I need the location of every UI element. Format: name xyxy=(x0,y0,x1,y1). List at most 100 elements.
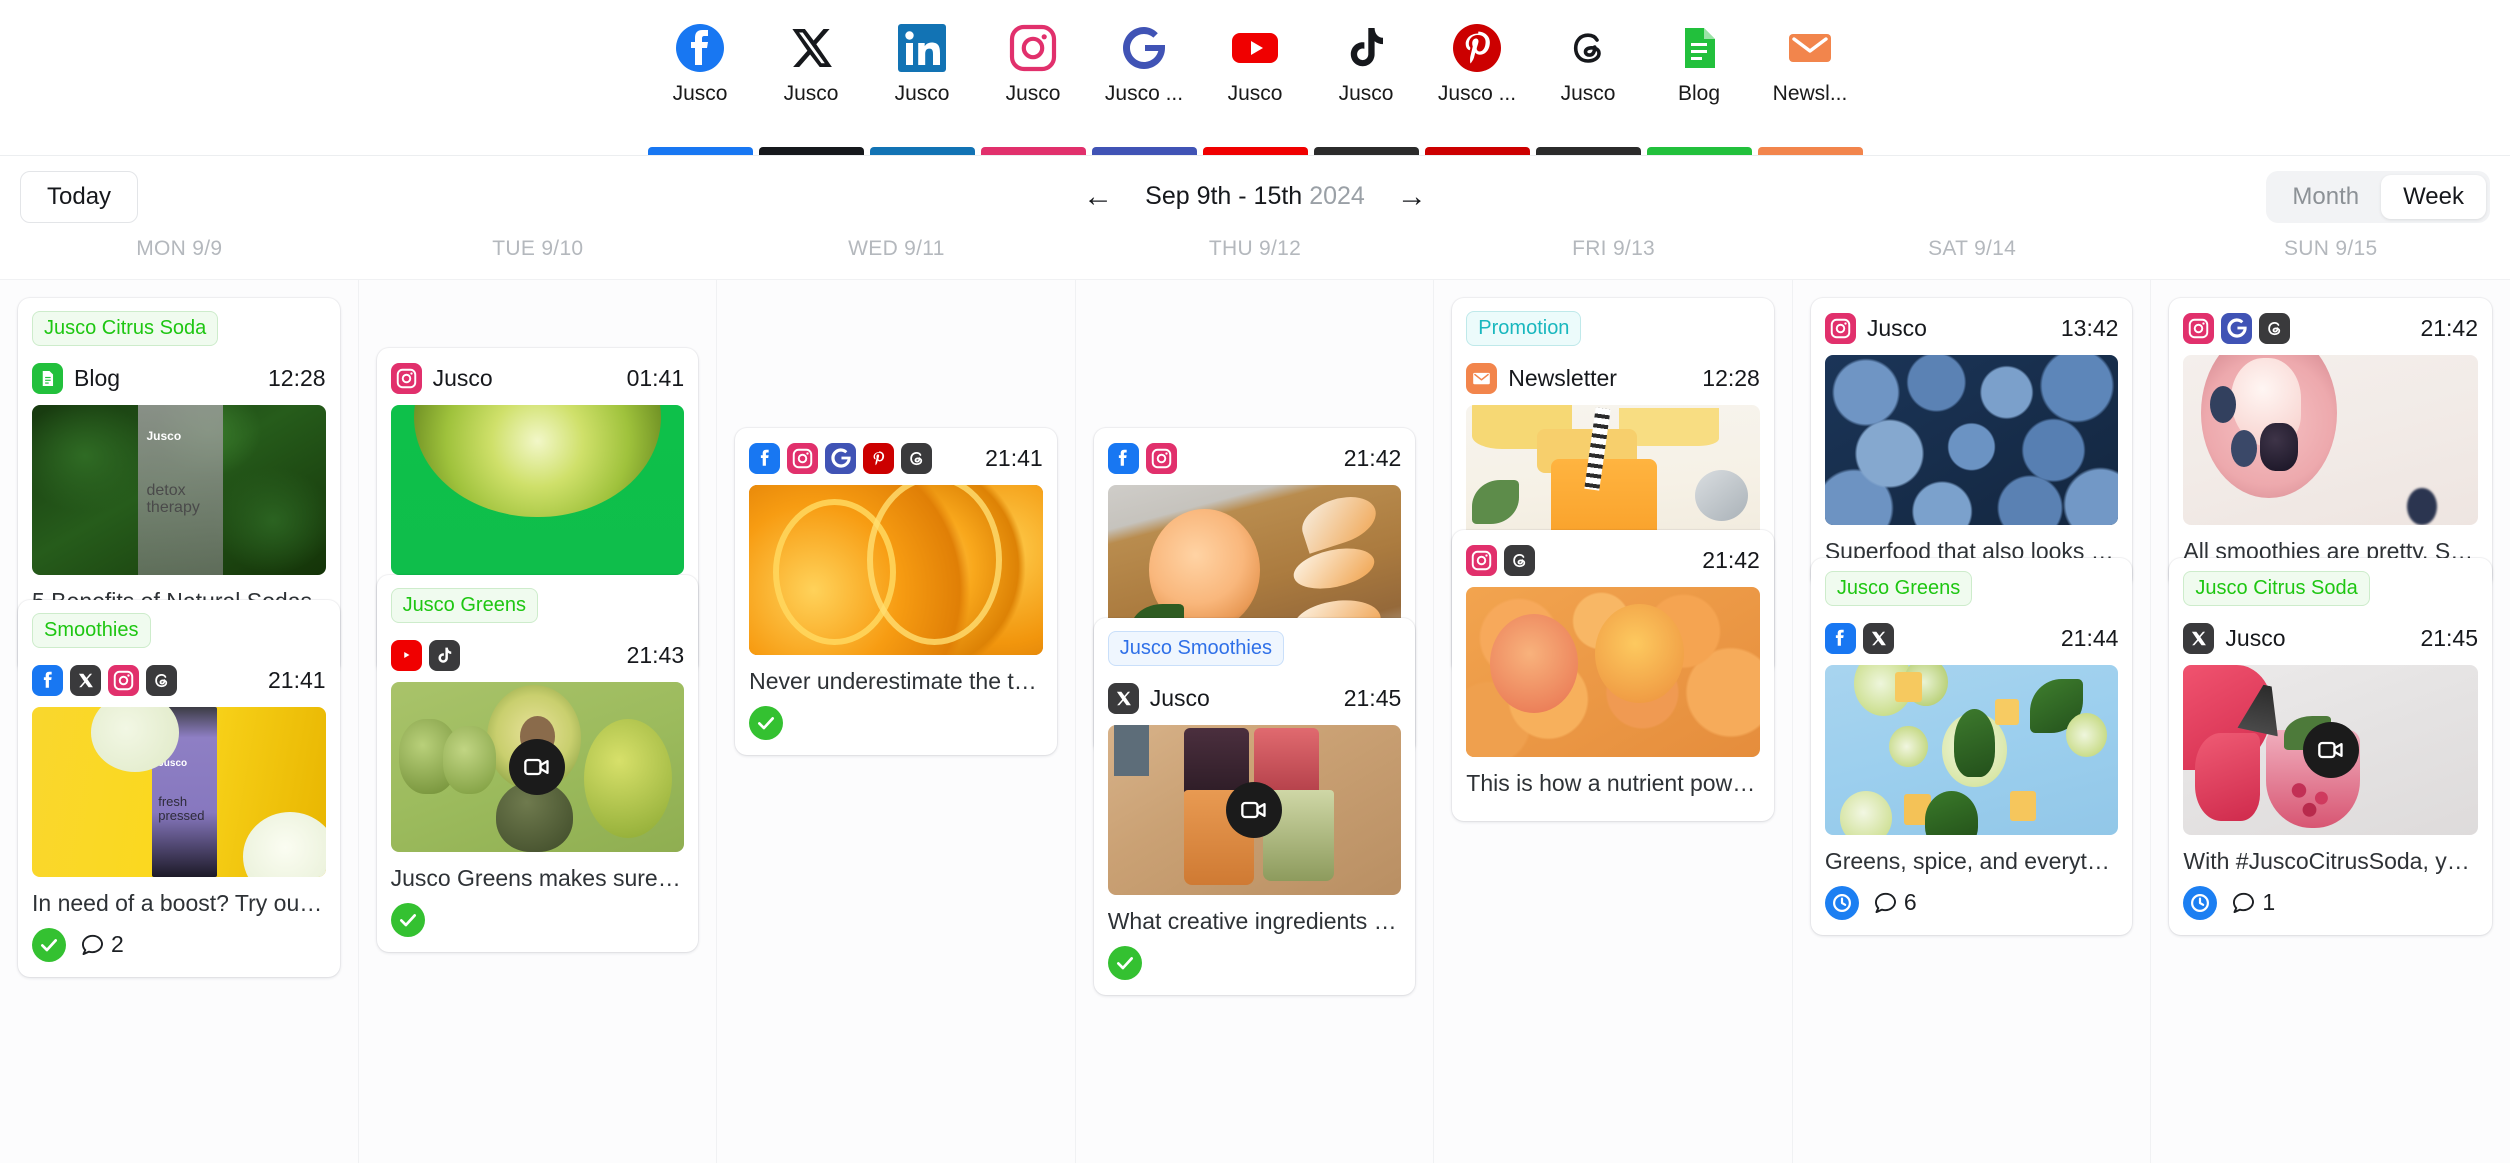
card-header: 21:41 xyxy=(749,441,1043,475)
video-camera-icon xyxy=(2302,722,2359,778)
channel-tab-2[interactable]: Jusco xyxy=(867,24,978,155)
scheduled-clock-icon xyxy=(1824,885,1859,920)
day-column-0[interactable]: Jusco Citrus Soda Blog 12:28 Jusco detox th… xyxy=(0,280,359,1163)
post-media[interactable] xyxy=(1824,665,2119,835)
channel-tab-9[interactable]: Blog xyxy=(1644,24,1755,155)
card-header: Newsletter 12:28 xyxy=(1466,361,1760,395)
card-header: 21:42 xyxy=(2183,311,2478,345)
post-card[interactable]: Smoothies 21:41 Jusco fresh pressed In nee… xyxy=(18,600,340,977)
media-image xyxy=(390,405,685,575)
day-column-2[interactable]: 21:41 Never underestimate the tas... xyxy=(717,280,1076,1163)
card-footer: 1 xyxy=(2183,885,2478,921)
card-footer: 6 xyxy=(1824,885,2119,921)
arrow-right-icon[interactable]: → xyxy=(1391,178,1433,216)
post-card[interactable]: Jusco 13:42 Superfood that also looks go..… xyxy=(1810,298,2133,589)
post-media[interactable] xyxy=(1824,355,2119,525)
view-month-button[interactable]: Month xyxy=(2270,175,2381,219)
pinterest-icon xyxy=(863,442,895,474)
channel-tab-1[interactable]: Jusco xyxy=(756,24,867,155)
campaign-tag[interactable]: Jusco Smoothies xyxy=(1107,631,1284,666)
post-media[interactable] xyxy=(390,405,685,575)
day-column-1[interactable]: Jusco01:41Yummy! Did you know that ki...… xyxy=(359,280,718,1163)
post-caption: This is how a nutrient power... xyxy=(1466,770,1760,796)
channel-label: Jusco xyxy=(783,82,839,105)
post-card[interactable]: Jusco Citrus Soda Jusco 21:45 With #JuscoC… xyxy=(2169,558,2492,935)
channel-label: Jusco ... xyxy=(1104,82,1184,105)
day-column-6[interactable]: 21:42 All smoothies are pretty. So... Jus… xyxy=(2151,280,2510,1163)
post-card[interactable]: Jusco Smoothies Jusco 21:45 What creative … xyxy=(1093,618,1416,995)
comment-count-value: 2 xyxy=(111,931,124,958)
campaign-tag[interactable]: Jusco Citrus Soda xyxy=(2183,571,2370,606)
post-media[interactable]: Jusco fresh pressed xyxy=(32,707,326,877)
campaign-tag[interactable]: Promotion xyxy=(1466,311,1582,346)
post-time: 21:43 xyxy=(626,641,685,668)
campaign-tag[interactable]: Smoothies xyxy=(32,613,151,648)
channel-label: Jusco xyxy=(1005,82,1061,105)
youtube-icon xyxy=(1231,24,1279,72)
comment-count[interactable]: 1 xyxy=(2230,889,2275,916)
card-footer xyxy=(1107,945,1402,981)
channel-accent-bar xyxy=(1091,147,1197,155)
facebook-icon xyxy=(1824,622,1856,654)
post-card[interactable]: 21:41 Never underestimate the tas... xyxy=(735,428,1057,755)
card-header: Jusco 21:45 xyxy=(1107,681,1402,715)
media-image xyxy=(749,485,1043,655)
card-footer xyxy=(749,705,1043,741)
campaign-tag[interactable]: Jusco Greens xyxy=(390,588,538,623)
channel-tab-7[interactable]: Jusco ... xyxy=(1422,24,1533,155)
x-icon xyxy=(2183,622,2215,654)
post-caption: Never underestimate the tas... xyxy=(749,668,1043,694)
channel-tab-10[interactable]: Newsl... xyxy=(1755,24,1866,155)
post-card[interactable]: 21:42 All smoothies are pretty. So... xyxy=(2169,298,2492,589)
threads-icon xyxy=(1504,544,1536,576)
date-range-text: Sep 9th - 15th xyxy=(1145,182,1303,210)
instagram-icon xyxy=(1466,544,1498,576)
threads-icon xyxy=(1564,24,1612,72)
post-media[interactable] xyxy=(749,485,1043,655)
post-time: 21:45 xyxy=(2420,624,2478,651)
campaign-tag[interactable]: Jusco Greens xyxy=(1824,571,1973,606)
day-column-4[interactable]: PromotionNewsletter12:28 SJ: new flavour… xyxy=(1434,280,1793,1163)
scheduled-clock-icon xyxy=(2183,885,2218,920)
post-card[interactable]: Jusco Greens 21:44 Greens, spice, and ev… xyxy=(1810,558,2133,935)
channel-tab-6[interactable]: Jusco xyxy=(1311,24,1422,155)
post-time: 21:44 xyxy=(2060,624,2119,651)
channel-tab-4[interactable]: Jusco ... xyxy=(1089,24,1200,155)
post-time: 21:45 xyxy=(1343,684,1402,711)
channel-label: Jusco xyxy=(894,82,950,105)
calendar-grid: Jusco Citrus Soda Blog 12:28 Jusco detox th… xyxy=(0,279,2510,1163)
channel-tab-0[interactable]: Jusco xyxy=(645,24,756,155)
day-column-5[interactable]: Jusco 13:42 Superfood that also looks go..… xyxy=(1793,280,2152,1163)
post-card[interactable]: Jusco Greens 21:43 Jusco Greens makes sur… xyxy=(376,575,699,952)
channel-tab-8[interactable]: Jusco xyxy=(1533,24,1644,155)
post-media[interactable] xyxy=(2183,355,2478,525)
view-week-button[interactable]: Week xyxy=(2381,174,2486,219)
media-image: Jusco detox therapy xyxy=(32,405,326,575)
post-media[interactable] xyxy=(1466,587,1760,757)
post-card[interactable]: 21:42 This is how a nutrient power... xyxy=(1452,530,1774,821)
facebook-icon xyxy=(676,24,724,72)
approved-check-icon xyxy=(390,902,425,937)
post-media[interactable]: Jusco detox therapy xyxy=(32,405,326,575)
comment-count[interactable]: 2 xyxy=(79,931,124,958)
channel-label: Jusco xyxy=(1560,82,1616,105)
post-media[interactable] xyxy=(2183,665,2478,835)
channel-tab-5[interactable]: Jusco xyxy=(1200,24,1311,155)
channel-accent-bar xyxy=(869,147,975,155)
arrow-left-icon[interactable]: ← xyxy=(1077,178,1119,216)
x-icon xyxy=(1862,622,1894,654)
day-header-0: MON 9/9 xyxy=(136,237,223,260)
day-column-3[interactable]: 21:42 Justice is done when Jusco i...2Ju… xyxy=(1076,280,1435,1163)
today-button[interactable]: Today xyxy=(20,170,139,223)
channel-name: Newsletter xyxy=(1508,364,1617,391)
post-media[interactable] xyxy=(1107,725,1402,895)
channel-label: Jusco ... xyxy=(1437,82,1517,105)
campaign-tag[interactable]: Jusco Citrus Soda xyxy=(32,311,219,346)
channel-name: Jusco xyxy=(432,364,493,391)
comment-count[interactable]: 6 xyxy=(1872,889,1917,916)
instagram-icon xyxy=(1824,312,1856,344)
date-year-text: 2024 xyxy=(1309,182,1365,210)
post-media[interactable] xyxy=(390,682,685,852)
channel-tab-3[interactable]: Jusco xyxy=(978,24,1089,155)
facebook-icon xyxy=(32,664,63,696)
